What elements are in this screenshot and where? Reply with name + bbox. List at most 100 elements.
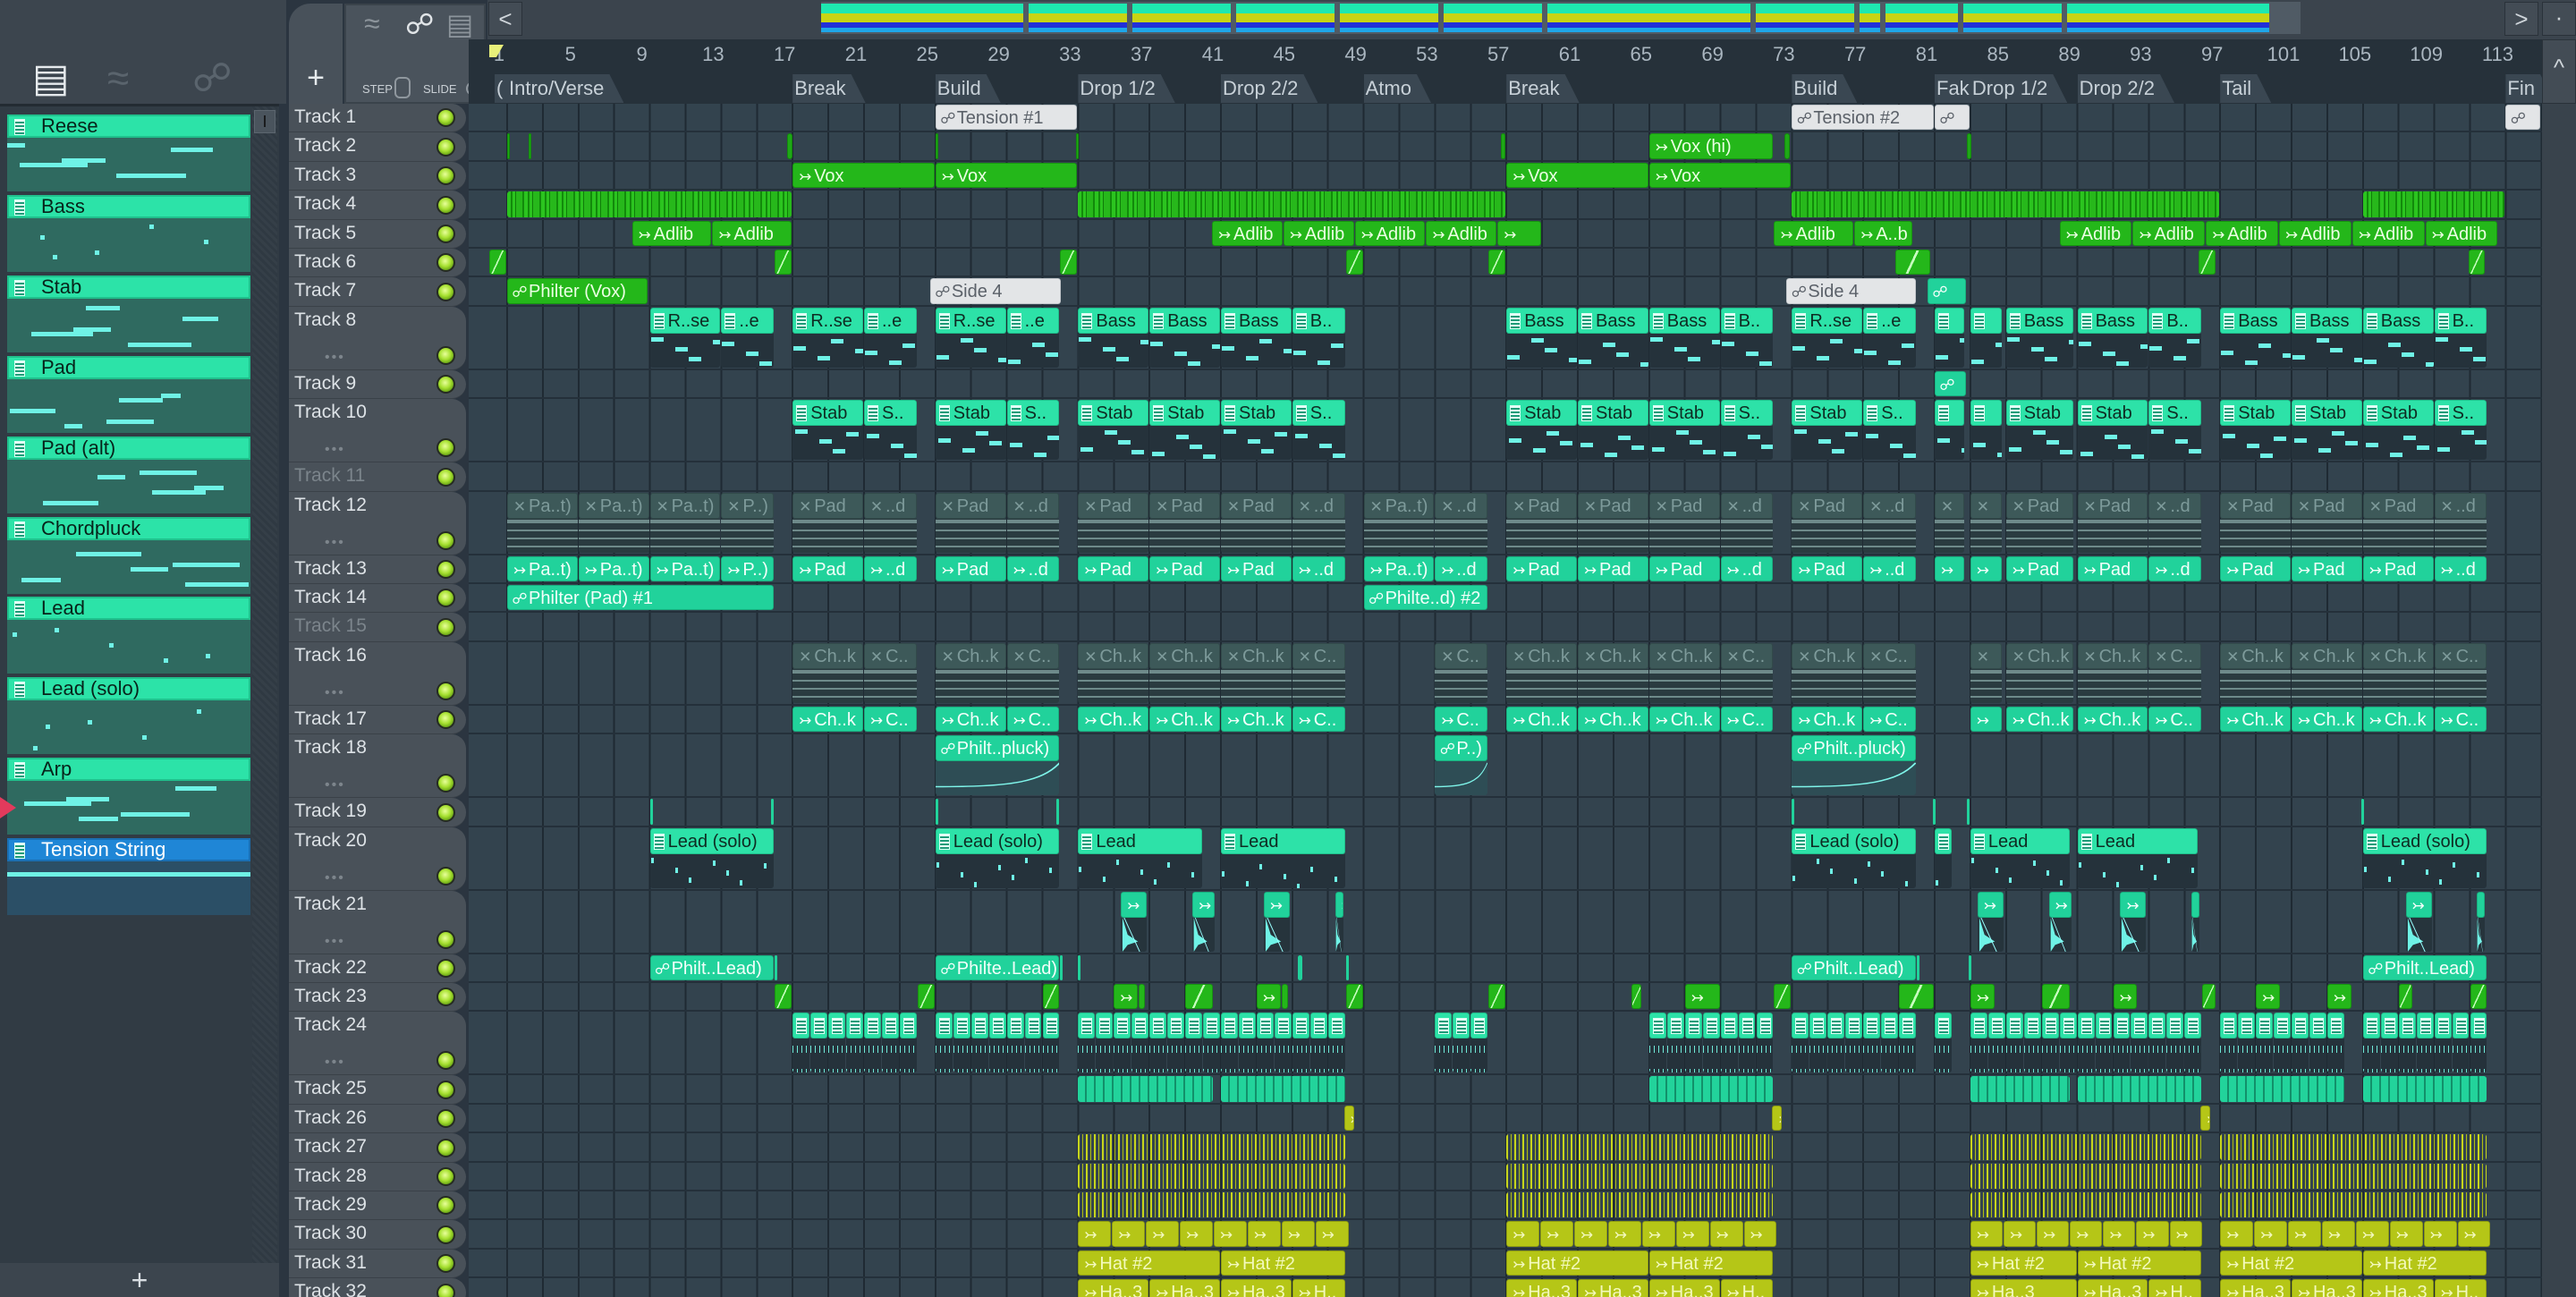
- clip-header[interactable]: [2470, 1013, 2487, 1039]
- clip-patsm[interactable]: [1809, 1013, 1827, 1073]
- clip-header[interactable]: ↣ Ha..3: [2292, 1279, 2362, 1297]
- clip-header[interactable]: ✕ C..: [1292, 642, 1345, 669]
- clip-header[interactable]: [2005, 1013, 2023, 1039]
- clip-muted[interactable]: ✕ Ch..k: [2005, 642, 2073, 703]
- vertical-scrollbar[interactable]: [2542, 104, 2576, 1297]
- clip-header[interactable]: ↣ Pad: [1578, 555, 1648, 581]
- scroll-right-button[interactable]: >: [2504, 2, 2538, 36]
- clip-teal-dense[interactable]: [1221, 1076, 1345, 1102]
- clip-yel[interactable]: ↣: [1540, 1221, 1573, 1247]
- clip-header[interactable]: ↣: [1709, 1221, 1743, 1247]
- clip-auto[interactable]: ☍Tension #2: [1792, 105, 1934, 131]
- clip-header[interactable]: ☍Philt..Lead): [2362, 954, 2487, 980]
- track-mute-led-icon[interactable]: [436, 166, 455, 186]
- clip-muted[interactable]: ✕ ..d: [2434, 492, 2487, 553]
- clip-pat[interactable]: Stab: [2362, 400, 2434, 461]
- clip-audio[interactable]: ↣ Adlib: [2206, 220, 2279, 246]
- clip-header[interactable]: [1881, 1013, 1899, 1039]
- clip-sliver-t[interactable]: [935, 799, 938, 825]
- clip-header[interactable]: [1274, 1013, 1292, 1039]
- clip-header[interactable]: Stab: [1648, 400, 1720, 427]
- clip-header[interactable]: ↣ Ha..3: [1078, 1279, 1149, 1297]
- clip-header[interactable]: ✕ C..: [864, 642, 917, 669]
- clip-header[interactable]: ↣: [1256, 984, 1281, 1010]
- track-mute-led-icon[interactable]: [436, 929, 455, 949]
- clip-patsm[interactable]: [2256, 1013, 2274, 1073]
- track-name[interactable]: Track 1: [294, 106, 356, 128]
- track-name[interactable]: Track 19: [294, 801, 367, 822]
- clip-header[interactable]: ↣ P..): [721, 555, 775, 581]
- clip-header[interactable]: Stab: [935, 400, 1006, 427]
- clip-sliver[interactable]: [1501, 133, 1506, 159]
- clip-header[interactable]: [2292, 1013, 2309, 1039]
- clip-header[interactable]: ↣: [2457, 1221, 2491, 1247]
- clip-header[interactable]: [970, 1013, 988, 1039]
- clip-audio[interactable]: ↣: [2256, 984, 2281, 1010]
- track-mute-led-icon[interactable]: [436, 1196, 455, 1216]
- clip-yel[interactable]: ↣: [2136, 1221, 2169, 1247]
- clip-header[interactable]: ↣ ..d: [1292, 555, 1345, 581]
- clip-header[interactable]: B..: [1292, 307, 1345, 334]
- clip-muted[interactable]: ✕ Pad: [792, 492, 863, 553]
- track-mute-led-icon[interactable]: [436, 1225, 455, 1244]
- clip-header[interactable]: ✕ C..: [1006, 642, 1060, 669]
- track-mute-led-icon[interactable]: [436, 253, 455, 273]
- clip-patsm[interactable]: [2077, 1013, 2095, 1073]
- clip-header[interactable]: [935, 1013, 953, 1039]
- clip-muted[interactable]: ✕ Ch..k: [1506, 642, 1577, 703]
- clip-header[interactable]: [1238, 1013, 1256, 1039]
- clip-muted[interactable]: ✕ Pa..t): [507, 492, 578, 553]
- clip-patsm[interactable]: [1221, 1013, 1238, 1073]
- clip-sliver-t[interactable]: [1917, 954, 1920, 980]
- clip-aud2[interactable]: ↣ Ch..k: [1221, 706, 1292, 733]
- clip-header[interactable]: ✕ ..d: [2148, 492, 2202, 519]
- clip-header[interactable]: [1149, 1013, 1167, 1039]
- clip-header[interactable]: ✕ Pad: [2362, 492, 2434, 519]
- clip-muted[interactable]: ✕ C..: [1720, 642, 1774, 703]
- clip-header[interactable]: ↣ Pad: [2005, 555, 2073, 581]
- clip-header[interactable]: ↣ Adlib: [2206, 220, 2279, 246]
- clip-pat[interactable]: S..: [1863, 400, 1917, 461]
- marker-drop-2-2[interactable]: Drop 2/2: [2078, 74, 2174, 103]
- clip-patsm[interactable]: [2292, 1013, 2309, 1073]
- clip-pat[interactable]: B..: [2434, 307, 2487, 368]
- clip-header[interactable]: Stab: [1149, 400, 1220, 427]
- clip-yel-dense[interactable]: [1970, 1134, 2202, 1160]
- clip-yel[interactable]: ↣ Ha..3: [1149, 1279, 1220, 1297]
- clip-muted[interactable]: ✕ Pa..t): [1363, 492, 1435, 553]
- clip-muted[interactable]: ✕ Ch..k: [1648, 642, 1720, 703]
- marker-drop-1-2[interactable]: Drop 1/2: [1970, 74, 2067, 103]
- clip-header[interactable]: ↣ H..: [2148, 1279, 2202, 1297]
- channel-list-scrollbar[interactable]: I: [252, 106, 277, 1266]
- clip-header[interactable]: ↣: [1743, 1221, 1777, 1247]
- clip-muted[interactable]: ✕ ..d: [1720, 492, 1774, 553]
- clip-pat[interactable]: B..: [1292, 307, 1345, 368]
- audio-wave-icon[interactable]: ≈: [107, 55, 129, 102]
- clip-yel-dense[interactable]: [2220, 1192, 2487, 1218]
- clip-header[interactable]: ↣: [1263, 891, 1290, 918]
- clip-patsm[interactable]: [828, 1013, 846, 1073]
- clip-header[interactable]: [1935, 307, 1964, 334]
- clip-header[interactable]: ↣ Ch..k: [2077, 706, 2148, 733]
- clip-header[interactable]: ↣ C..: [2148, 706, 2202, 733]
- clip-yel-dense[interactable]: [1506, 1163, 1774, 1189]
- clip-header[interactable]: ↣: [2120, 891, 2147, 918]
- track-mute-led-icon[interactable]: [436, 108, 455, 128]
- clip-yel[interactable]: ↣: [1146, 1221, 1180, 1247]
- marker-lane[interactable]: (Intro/Verse Break Build Drop 1/2 Drop 2/2 At…: [469, 72, 2542, 104]
- clip-header[interactable]: S..: [1292, 400, 1345, 427]
- clip-aud2[interactable]: ↣ Pad: [1078, 555, 1149, 581]
- clip-yel[interactable]: ↣ Hat #2: [1506, 1250, 1648, 1276]
- clip-patsm[interactable]: [1720, 1013, 1738, 1073]
- clip-muted[interactable]: ✕ Ch..k: [2292, 642, 2362, 703]
- clip-audio[interactable]: ↣: [1497, 220, 1542, 246]
- track-name[interactable]: Track 16: [294, 645, 367, 666]
- track-header[interactable]: Track 13: [289, 555, 466, 584]
- clip-header[interactable]: ✕ Pad: [1149, 492, 1220, 519]
- clip-muted[interactable]: ✕ Pad: [1221, 492, 1292, 553]
- clip-header[interactable]: ↣ Ch..k: [1149, 706, 1220, 733]
- clip-muted[interactable]: ✕ Ch..k: [1792, 642, 1863, 703]
- clip-header[interactable]: ☍Tension #1: [935, 105, 1078, 131]
- clip-patsm[interactable]: [2220, 1013, 2238, 1073]
- clip-header[interactable]: ..e: [1863, 307, 1917, 334]
